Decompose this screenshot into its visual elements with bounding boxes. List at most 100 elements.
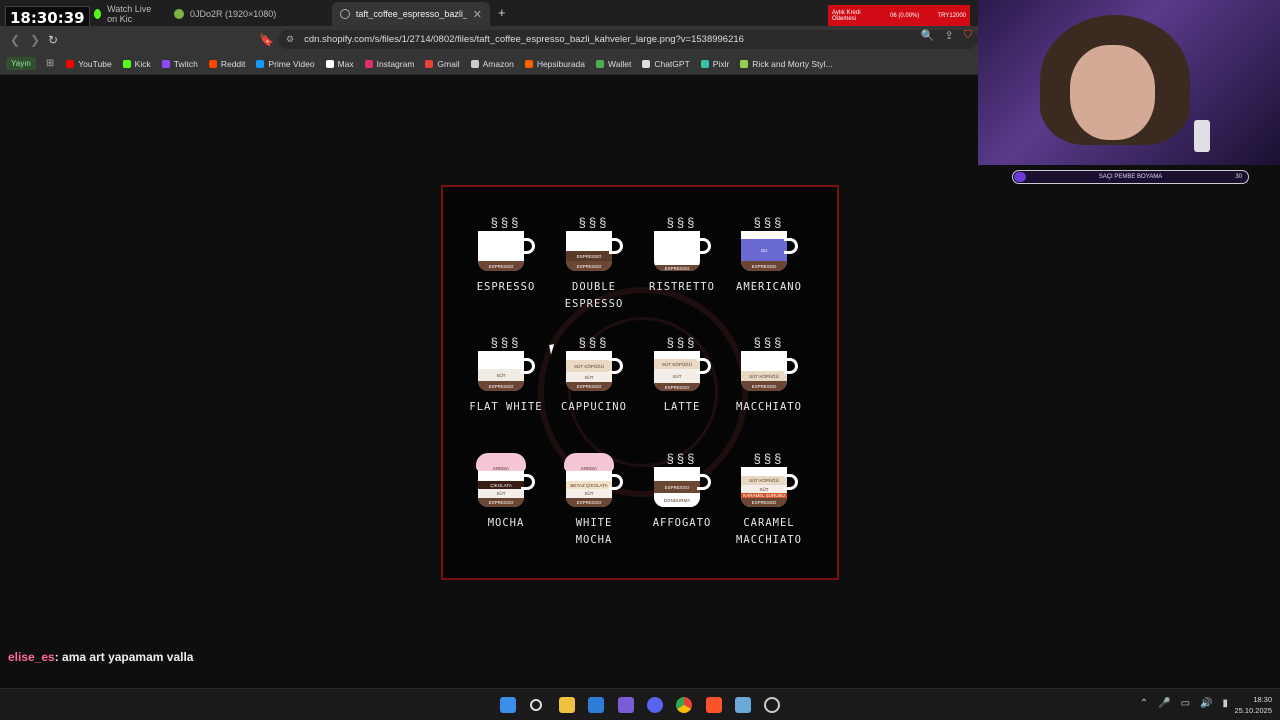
brave-shield-icon[interactable]: ⛉ xyxy=(964,29,972,42)
discord-icon[interactable] xyxy=(647,697,663,713)
drink-ristretto: §§§ ESPRESSO RISTRETTO xyxy=(641,215,723,296)
zoom-icon[interactable]: 🔍 xyxy=(921,29,935,42)
cup-layer: SÜT xyxy=(654,369,700,383)
cup-icon: SÜT KÖPÜĞÜ ESPRESSO xyxy=(741,351,798,391)
chat-text: : ama art yapamam valla xyxy=(54,650,194,664)
cup-layer: SÜT xyxy=(478,489,524,498)
chat-username: elise_es xyxy=(8,650,55,664)
cup-layer: SÜT xyxy=(478,369,524,381)
bookmark-pixlr[interactable]: Pixlr xyxy=(700,59,729,69)
bookmark-prime-video[interactable]: Prime Video xyxy=(256,59,315,69)
kick-tab-icon xyxy=(94,9,102,19)
battery-icon[interactable]: ▮ xyxy=(1222,698,1228,709)
cup-layer: SÜT KÖPÜĞÜ xyxy=(566,360,612,372)
cup-layer: ÇİKOLATA xyxy=(478,481,524,489)
bookmark-favicon-icon xyxy=(596,59,605,68)
bookmark-icon[interactable]: 🔖 xyxy=(259,33,274,47)
share-icon[interactable]: ⇪ xyxy=(945,29,954,42)
app-icon[interactable] xyxy=(618,697,634,713)
cup-layer: SÜT xyxy=(566,372,612,382)
tray-chevron-icon[interactable]: ⌃ xyxy=(1140,698,1148,709)
cup-layer: ESPRESSO xyxy=(566,251,612,261)
whipped-cream: KREMA xyxy=(476,453,526,471)
brave-icon[interactable] xyxy=(706,697,722,713)
drink-name: DOUBLE ESPRESSO xyxy=(564,281,624,310)
cup-layer: ESPRESSO xyxy=(654,265,700,271)
bookmark-hepsiburada[interactable]: Hepsiburada xyxy=(524,59,585,69)
bookmark-favicon-icon xyxy=(325,59,334,68)
cup-layer: ESPRESSO xyxy=(741,381,787,391)
cup-layer: ESPRESSO xyxy=(478,261,524,271)
url-text: cdn.shopify.com/s/files/1/2714/0802/file… xyxy=(304,34,744,45)
tab-favicon xyxy=(174,9,184,19)
drink-macchiato: §§§ SÜT KÖPÜĞÜ ESPRESSO MACCHIATO xyxy=(728,335,810,416)
reload-icon[interactable]: ↻ xyxy=(48,33,58,47)
steam-icon: §§§ xyxy=(666,335,698,350)
yayin-button[interactable]: Yayın xyxy=(6,57,36,70)
cup-layer: SÜT xyxy=(741,485,787,493)
webcam-overlay xyxy=(978,0,1280,165)
goal-progress-bar: SAÇI PEMBE BOYAMA 30 xyxy=(1012,170,1249,184)
url-bar[interactable]: ⚙ cdn.shopify.com/s/files/1/2714/0802/fi… xyxy=(278,30,978,49)
bookmark-youtube[interactable]: YouTube xyxy=(66,59,112,69)
drink-name: MOCHA xyxy=(487,517,525,529)
cup-icon: SÜT KÖPÜĞÜ SÜT KARAMEL ŞURUBU ESPRESSO xyxy=(741,467,798,507)
steam-icon: §§§ xyxy=(578,335,610,350)
bookmark-favicon-icon xyxy=(524,59,533,68)
network-icon[interactable]: ▭ xyxy=(1181,698,1190,709)
back-icon[interactable]: ❮ xyxy=(10,33,20,47)
taskbar-clock[interactable]: 18:30 25.10.2025 xyxy=(1234,694,1272,716)
bookmark-max[interactable]: Max xyxy=(325,59,354,69)
tab-coffee-active[interactable]: taft_coffee_espresso_bazli_kahve ✕ xyxy=(332,2,490,26)
store-icon[interactable] xyxy=(588,697,604,713)
apps-grid-icon[interactable]: ⊞ xyxy=(46,58,54,69)
bookmark-gmail[interactable]: Gmail xyxy=(425,59,460,69)
drink-espresso: §§§ ESPRESSO ESPRESSO xyxy=(465,215,547,296)
start-icon[interactable] xyxy=(500,697,516,713)
obs-icon[interactable] xyxy=(764,697,780,713)
chrome-icon[interactable] xyxy=(676,697,692,713)
cup-layer: SÜT KÖPÜĞÜ xyxy=(741,476,787,485)
cup-layer: ESPRESSO xyxy=(566,261,612,271)
bookmark-chatgpt[interactable]: ChatGPT xyxy=(642,59,690,69)
bookmark-reddit[interactable]: Reddit xyxy=(208,59,245,69)
bookmark-favicon-icon xyxy=(161,59,170,68)
drink-name: CAPPUCINO xyxy=(561,401,627,413)
cup-icon: ESPRESSO xyxy=(654,231,711,271)
bookmark-rick-and-morty-styl[interactable]: Rick and Morty Styl... xyxy=(740,59,833,69)
bookmark-instagram[interactable]: Instagram xyxy=(364,59,414,69)
steam-icon: §§§ xyxy=(490,335,522,350)
mic-icon[interactable]: 🎤 xyxy=(1158,698,1170,709)
cup-layer: ESPRESSO xyxy=(654,383,700,391)
bookmark-wallet[interactable]: Wallet xyxy=(596,59,631,69)
cup-icon: BEYAZ ÇİKOLATA SÜT ESPRESSO KREMA xyxy=(564,453,623,507)
volume-icon[interactable]: 🔊 xyxy=(1200,698,1212,709)
bookmark-favicon-icon xyxy=(256,59,265,68)
drink-affogato: §§§ ESPRESSO DONDURMA AFFOGATO xyxy=(641,451,723,532)
tab-image[interactable]: 0JDo2R (1920×1080) xyxy=(166,2,332,26)
cup-layer: SÜT KÖPÜĞÜ xyxy=(654,359,700,369)
bookmark-favicon-icon xyxy=(470,59,479,68)
drink-name: ESPRESSO xyxy=(476,281,536,293)
steam-icon: §§§ xyxy=(578,215,610,230)
settings-app-icon[interactable] xyxy=(735,697,751,713)
bookmark-favicon-icon xyxy=(700,59,709,68)
drink-double-espresso: §§§ ESPRESSO ESPRESSO DOUBLE ESPRESSO xyxy=(553,215,635,313)
cup-layer: ESPRESSO xyxy=(478,498,524,507)
cup-icon: SÜT ESPRESSO xyxy=(478,351,535,391)
drink-flat-white: §§§ SÜT ESPRESSO FLAT WHITE xyxy=(465,335,547,416)
forward-icon[interactable]: ❯ xyxy=(30,33,40,47)
bookmark-twitch[interactable]: Twitch xyxy=(161,59,198,69)
close-tab-icon[interactable]: ✕ xyxy=(473,8,482,21)
tab-kick[interactable]: Watch Live on Kic xyxy=(86,2,166,26)
donation-banner: Aylık Kredi Ödemesi 06 (0.00%) TRY12000 xyxy=(828,5,970,26)
file-explorer-icon[interactable] xyxy=(559,697,575,713)
search-icon[interactable] xyxy=(530,699,542,711)
new-tab-button[interactable]: + xyxy=(498,5,506,20)
bookmark-kick[interactable]: Kick xyxy=(122,59,151,69)
steam-icon: §§§ xyxy=(490,215,522,230)
cup-icon: SU ESPRESSO xyxy=(741,231,798,271)
bookmark-amazon[interactable]: Amazon xyxy=(470,59,514,69)
site-info-icon[interactable]: ⚙ xyxy=(286,34,294,45)
cup-layer: SU xyxy=(741,239,787,261)
